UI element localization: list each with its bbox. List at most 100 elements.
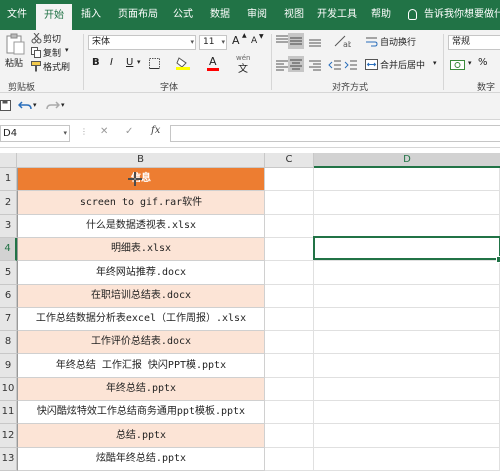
cut-button[interactable]: 剪切: [43, 32, 61, 45]
fill-color-icon[interactable]: [176, 56, 192, 70]
currency-dropdown-icon[interactable]: ▾: [468, 59, 472, 67]
column-header-d[interactable]: D: [314, 153, 500, 168]
copy-icon[interactable]: [31, 47, 42, 58]
row-header[interactable]: 8: [0, 331, 17, 354]
row-header[interactable]: 7: [0, 308, 17, 331]
empty-cell[interactable]: [314, 308, 500, 331]
row-header[interactable]: 10: [0, 378, 17, 401]
row-header[interactable]: 1: [0, 168, 17, 191]
phonetic-button[interactable]: 文: [238, 60, 248, 75]
table-cell[interactable]: 工作总结数据分析表excel（工作周报）.xlsx: [17, 308, 265, 331]
formula-input[interactable]: [170, 125, 500, 142]
align-right-icon[interactable]: [308, 58, 322, 72]
increase-indent-icon[interactable]: [344, 58, 358, 72]
table-cell[interactable]: 明细表.xlsx: [17, 238, 265, 261]
table-cell[interactable]: 年终网站推荐.docx: [17, 261, 265, 285]
empty-cell[interactable]: [265, 238, 314, 261]
tab-help[interactable]: 帮助: [364, 0, 398, 30]
empty-cell[interactable]: [265, 168, 314, 191]
row-header[interactable]: 11: [0, 401, 17, 424]
empty-cell[interactable]: [265, 331, 314, 354]
percent-button[interactable]: %: [478, 57, 488, 68]
tell-me-search[interactable]: 告诉我你想要做什么: [424, 0, 500, 30]
align-left-icon[interactable]: [275, 58, 289, 72]
empty-cell[interactable]: [265, 285, 314, 308]
empty-cell[interactable]: [314, 261, 500, 285]
select-all-corner[interactable]: [0, 153, 17, 168]
empty-cell[interactable]: [265, 261, 314, 285]
paste-button[interactable]: 粘贴: [3, 32, 27, 76]
orientation-icon[interactable]: ab: [333, 34, 351, 48]
tab-insert[interactable]: 插入: [74, 0, 108, 30]
name-box[interactable]: D4 ▾: [0, 125, 70, 142]
align-middle-button[interactable]: [288, 33, 304, 49]
table-cell[interactable]: 什么是数据透视表.xlsx: [17, 215, 265, 238]
empty-cell[interactable]: [314, 215, 500, 238]
empty-cell[interactable]: [314, 168, 500, 191]
empty-cell[interactable]: [314, 191, 500, 215]
number-format-select[interactable]: 常规: [448, 35, 500, 50]
insert-function-button[interactable]: fx: [151, 125, 160, 136]
italic-button[interactable]: I: [110, 57, 113, 68]
column-header-b[interactable]: B: [17, 153, 265, 168]
tab-review[interactable]: 审阅: [240, 0, 274, 30]
font-name-select[interactable]: 宋体 ▾: [88, 35, 196, 50]
wrap-text-icon[interactable]: [365, 36, 378, 49]
empty-cell[interactable]: [314, 354, 500, 378]
bold-button[interactable]: B: [92, 57, 100, 68]
empty-cell[interactable]: [314, 285, 500, 308]
empty-cell[interactable]: [314, 378, 500, 401]
table-cell[interactable]: 工作评价总结表.docx: [17, 331, 265, 354]
row-header[interactable]: 6: [0, 285, 17, 308]
grow-font-button[interactable]: A: [232, 34, 240, 47]
undo-dropdown-icon[interactable]: ▾: [33, 101, 37, 109]
row-header[interactable]: 9: [0, 354, 17, 378]
underline-dropdown-icon[interactable]: ▾: [137, 58, 141, 66]
empty-cell[interactable]: [265, 308, 314, 331]
empty-cell[interactable]: [265, 191, 314, 215]
tab-formulas[interactable]: 公式: [166, 0, 200, 30]
enter-button[interactable]: ✓: [125, 126, 133, 137]
wrap-text-button[interactable]: 自动换行: [380, 35, 416, 48]
format-painter-icon[interactable]: [31, 61, 42, 72]
redo-icon[interactable]: [46, 100, 60, 112]
empty-cell[interactable]: [265, 401, 314, 424]
row-header[interactable]: 5: [0, 261, 17, 285]
merge-center-button[interactable]: 合并后居中: [380, 58, 425, 71]
empty-cell[interactable]: [265, 424, 314, 448]
tab-developer[interactable]: 开发工具: [312, 0, 362, 30]
format-painter-button[interactable]: 格式刷: [43, 60, 70, 73]
row-header[interactable]: 3: [0, 215, 17, 238]
font-color-button[interactable]: A: [209, 55, 217, 68]
underline-button[interactable]: U: [126, 57, 133, 68]
empty-cell[interactable]: [314, 424, 500, 448]
empty-cell[interactable]: [265, 215, 314, 238]
font-size-select[interactable]: 11 ▾: [199, 35, 227, 50]
active-cell-d4[interactable]: [313, 236, 500, 260]
table-cell[interactable]: 年终总结 工作汇报 快闪PPT模.pptx: [17, 354, 265, 378]
table-cell[interactable]: 总结.pptx: [17, 424, 265, 448]
redo-dropdown-icon[interactable]: ▾: [61, 101, 65, 109]
empty-cell[interactable]: [265, 354, 314, 378]
copy-dropdown-icon[interactable]: ▾: [65, 46, 69, 54]
merge-center-icon[interactable]: [365, 58, 378, 71]
table-cell[interactable]: 年终总结.pptx: [17, 378, 265, 401]
align-bottom-icon[interactable]: [308, 34, 322, 48]
column-header-c[interactable]: C: [265, 153, 314, 168]
row-header[interactable]: 12: [0, 424, 17, 448]
row-header[interactable]: 2: [0, 191, 17, 215]
empty-cell[interactable]: [314, 331, 500, 354]
tab-page-layout[interactable]: 页面布局: [110, 0, 166, 30]
tab-home[interactable]: 开始: [36, 4, 72, 30]
table-cell[interactable]: 在职培训总结表.docx: [17, 285, 265, 308]
currency-icon[interactable]: [450, 58, 466, 72]
empty-cell[interactable]: [265, 378, 314, 401]
table-cell[interactable]: screen to gif.rar软件: [17, 191, 265, 215]
decrease-indent-icon[interactable]: [328, 58, 342, 72]
table-cell[interactable]: 快闪酷炫特效工作总结商务通用ppt模板.pptx: [17, 401, 265, 424]
copy-button[interactable]: 复制: [43, 46, 61, 59]
fill-handle[interactable]: [496, 256, 500, 263]
tab-data[interactable]: 数据: [203, 0, 237, 30]
shrink-font-button[interactable]: A: [251, 36, 257, 46]
row-header[interactable]: 4: [0, 238, 17, 261]
